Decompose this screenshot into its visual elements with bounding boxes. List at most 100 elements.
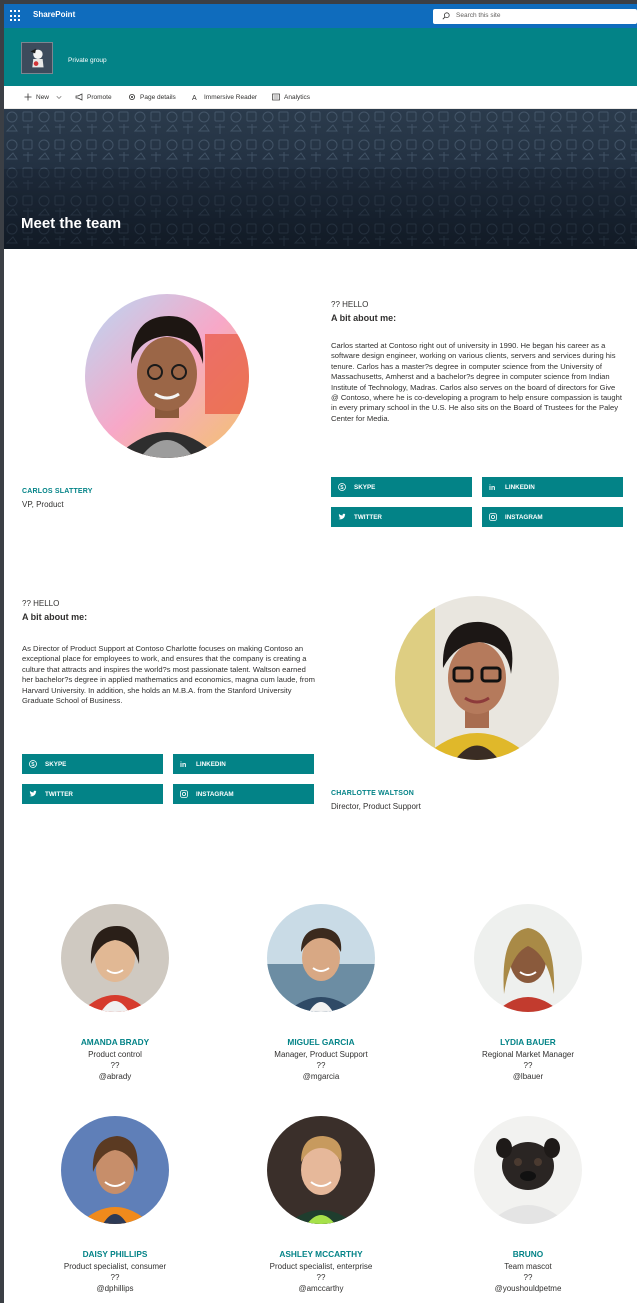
member-emoji: ??	[110, 1061, 120, 1070]
team-member-card[interactable]: LYDIA BAUER Regional Market Manager ?? @…	[433, 904, 623, 1081]
member-name[interactable]: BRUNO	[433, 1249, 623, 1259]
featured-hello-2: ?? HELLO	[22, 599, 60, 608]
member-name[interactable]: ASHLEY MCCARTHY	[226, 1249, 416, 1259]
twitter-button[interactable]: TWITTER	[22, 784, 163, 804]
instagram-icon	[180, 790, 188, 798]
app-launcher-icon[interactable]	[10, 10, 22, 22]
twitter-icon	[29, 790, 37, 797]
skype-button[interactable]: S SKYPE	[331, 477, 472, 497]
linkedin-icon: in	[180, 762, 186, 768]
page-title: Meet the team	[21, 215, 122, 232]
featured-bio-1: Carlos started at Contoso right out of u…	[331, 341, 622, 423]
team-member-card[interactable]: ASHLEY MCCARTHY Product specialist, ente…	[226, 1116, 416, 1293]
team-member-card[interactable]: BRUNO Team mascot ?? @youshouldpetme	[433, 1116, 623, 1293]
member-handle[interactable]: @amccarthy	[226, 1284, 416, 1293]
app-name[interactable]: SharePoint	[33, 10, 75, 19]
search-placeholder: Search this site	[456, 12, 501, 19]
skype-label: SKYPE	[354, 483, 376, 491]
instagram-label: INSTAGRAM	[505, 513, 543, 521]
command-bar: New Promote Page details A Immersive Rea…	[4, 86, 637, 109]
instagram-button[interactable]: INSTAGRAM	[482, 507, 623, 527]
skype-icon: S	[338, 483, 346, 491]
linkedin-icon: in	[489, 485, 495, 491]
site-subtitle: Private group	[68, 57, 107, 64]
team-member-card[interactable]: AMANDA BRADY Product control ?? @abrady	[20, 904, 210, 1081]
featured-name-2[interactable]: CHARLOTTE WALTSON	[331, 790, 414, 797]
avatar-miguel-garcia	[267, 904, 375, 1012]
site-logo[interactable]	[21, 42, 53, 74]
featured-about-heading-2: A bit about me:	[22, 612, 88, 622]
member-title: Regional Market Manager	[481, 1050, 575, 1059]
member-handle[interactable]: @lbauer	[433, 1072, 623, 1081]
team-member-card[interactable]: DAISY PHILLIPS Product specialist, consu…	[20, 1116, 210, 1293]
team-member-card[interactable]: MIGUEL GARCIA Manager, Product Support ?…	[226, 904, 416, 1081]
svg-text:in: in	[489, 485, 495, 491]
skype-icon: S	[29, 760, 37, 768]
svg-text:in: in	[180, 762, 186, 768]
page-details-label: Page details	[140, 93, 176, 101]
plus-icon	[24, 93, 32, 101]
immersive-reader-button[interactable]: A Immersive Reader	[192, 93, 258, 102]
avatar-ashley-mccarthy	[267, 1116, 375, 1224]
avatar-daisy-phillips	[61, 1116, 169, 1224]
member-emoji: ??	[523, 1061, 533, 1070]
linkedin-button[interactable]: in LINKEDIN	[482, 477, 623, 497]
search-input[interactable]: Search this site	[433, 9, 637, 24]
member-name[interactable]: AMANDA BRADY	[20, 1037, 210, 1047]
member-title: Product specialist, enterprise	[269, 1262, 373, 1271]
svg-text:A: A	[192, 95, 197, 101]
twitter-icon	[338, 513, 346, 520]
linkedin-label: LINKEDIN	[196, 760, 226, 768]
twitter-label: TWITTER	[354, 513, 382, 521]
featured-role-2: Director, Product Support	[331, 802, 421, 811]
member-name[interactable]: LYDIA BAUER	[433, 1037, 623, 1047]
promote-label: Promote	[87, 93, 112, 101]
hero-banner: Meet the team	[4, 109, 637, 249]
analytics-label: Analytics	[284, 93, 311, 101]
featured-role-1: VP, Product	[22, 500, 64, 509]
avatar-charlotte-waltson	[395, 596, 559, 760]
member-title: Manager, Product Support	[274, 1050, 368, 1059]
immersive-reader-icon: A	[192, 95, 197, 101]
member-title: Product control	[88, 1050, 142, 1059]
member-handle[interactable]: @youshouldpetme	[433, 1284, 623, 1293]
member-handle[interactable]: @dphillips	[20, 1284, 210, 1293]
skype-label: SKYPE	[45, 760, 67, 768]
member-handle[interactable]: @abrady	[20, 1072, 210, 1081]
avatar-bruno	[474, 1116, 582, 1224]
featured-hello-1: ?? HELLO	[331, 300, 369, 309]
promote-button[interactable]: Promote	[75, 93, 112, 101]
member-name[interactable]: MIGUEL GARCIA	[226, 1037, 416, 1047]
member-emoji: ??	[316, 1273, 326, 1282]
member-handle[interactable]: @mgarcia	[226, 1072, 416, 1081]
skype-button[interactable]: S SKYPE	[22, 754, 163, 774]
member-emoji: ??	[523, 1273, 533, 1282]
search-icon	[442, 12, 450, 20]
member-emoji: ??	[110, 1273, 120, 1282]
avatar-carlos-slattery	[85, 294, 249, 458]
new-label: New	[36, 93, 50, 101]
page-details-button[interactable]: Page details	[128, 93, 176, 101]
immersive-reader-label: Immersive Reader	[204, 93, 258, 101]
avatar-amanda-brady	[61, 904, 169, 1012]
instagram-label: INSTAGRAM	[196, 790, 234, 798]
linkedin-label: LINKEDIN	[505, 483, 535, 491]
member-name[interactable]: DAISY PHILLIPS	[20, 1249, 210, 1259]
twitter-button[interactable]: TWITTER	[331, 507, 472, 527]
member-title: Product specialist, consumer	[63, 1262, 167, 1271]
member-title: Team mascot	[504, 1262, 552, 1271]
sharepoint-page: SharePoint Search this site Private grou…	[4, 4, 637, 1303]
chevron-down-icon	[56, 96, 62, 99]
suite-bar: SharePoint Search this site	[4, 4, 637, 28]
member-emoji: ??	[316, 1061, 326, 1070]
linkedin-button[interactable]: in LINKEDIN	[173, 754, 314, 774]
new-button[interactable]: New	[24, 93, 62, 101]
featured-about-heading-1: A bit about me:	[331, 313, 397, 323]
analytics-button[interactable]: Analytics	[272, 93, 310, 101]
instagram-button[interactable]: INSTAGRAM	[173, 784, 314, 804]
site-header: Private group	[4, 28, 637, 86]
gear-icon	[129, 94, 135, 100]
featured-name-1[interactable]: CARLOS SLATTERY	[22, 488, 93, 495]
megaphone-icon	[75, 93, 83, 101]
instagram-icon	[489, 513, 497, 521]
